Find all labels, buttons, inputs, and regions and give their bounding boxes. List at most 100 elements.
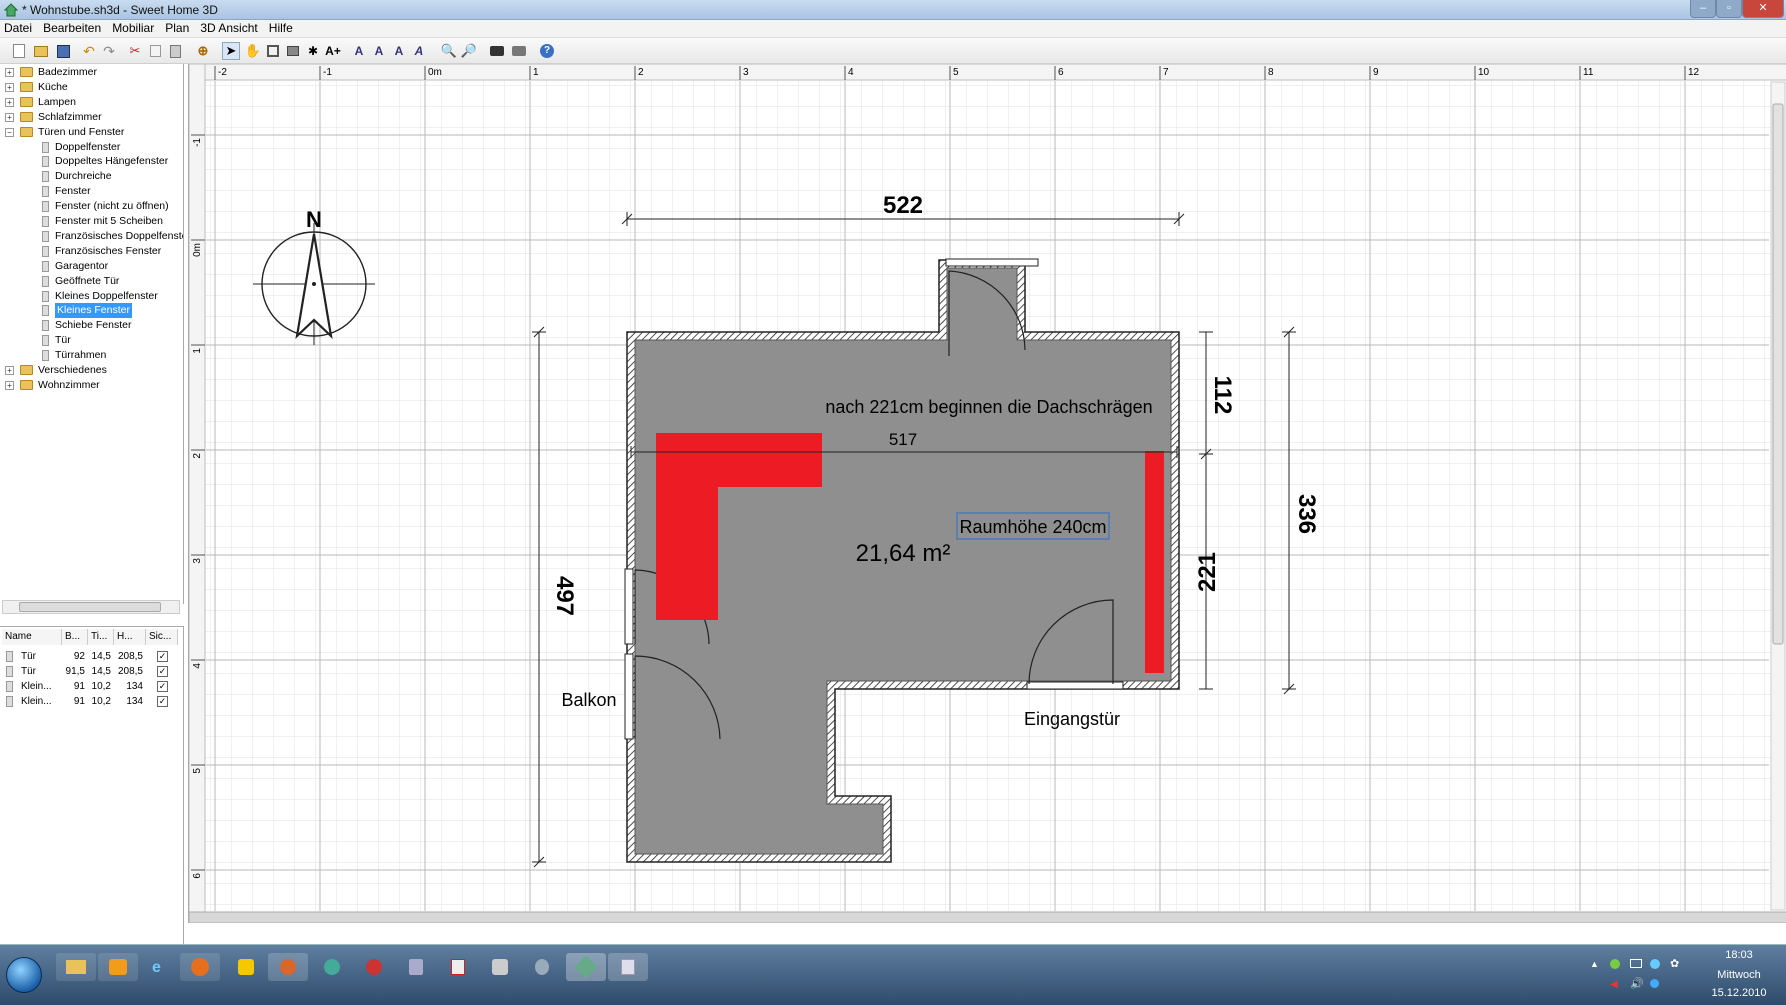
tree-item[interactable]: Türrahmen bbox=[0, 348, 183, 363]
balcony-door-frame-1[interactable] bbox=[624, 568, 634, 645]
paste-icon[interactable] bbox=[166, 42, 184, 60]
tree-item[interactable]: Tür bbox=[0, 333, 183, 348]
tree-item[interactable]: Durchreiche bbox=[0, 169, 183, 184]
create-rooms-icon[interactable] bbox=[284, 42, 302, 60]
text-style-icon-1[interactable]: A bbox=[350, 42, 368, 60]
expand-icon[interactable]: + bbox=[5, 97, 14, 107]
tree-item[interactable]: Fenster bbox=[0, 184, 183, 199]
expand-icon[interactable]: + bbox=[5, 82, 14, 92]
view-splitter[interactable] bbox=[189, 911, 1786, 923]
taskbar-app-icon-12[interactable] bbox=[522, 953, 562, 981]
balcony-label[interactable]: Balkon bbox=[561, 690, 616, 710]
copy-icon[interactable] bbox=[146, 42, 164, 60]
tray-flag-icon[interactable]: ◀ bbox=[1610, 979, 1618, 990]
tray-dot-icon[interactable] bbox=[1650, 979, 1659, 988]
create-walls-icon[interactable] bbox=[264, 42, 282, 60]
zoom-in-icon[interactable]: 🔍 bbox=[440, 42, 458, 60]
tree-item[interactable]: Kleines Fenster bbox=[0, 303, 183, 319]
roof-slope-note[interactable]: nach 221cm beginnen die Dachschrägen bbox=[825, 397, 1152, 417]
tree-item[interactable]: + Verschiedenes bbox=[0, 363, 183, 378]
menu-plan[interactable]: Plan bbox=[161, 20, 193, 35]
taskbar-ie-icon[interactable]: e bbox=[140, 953, 180, 981]
taskbar-app-icon-8[interactable] bbox=[354, 953, 394, 981]
open-folder-icon[interactable] bbox=[32, 42, 50, 60]
taskbar-explorer-icon[interactable] bbox=[56, 953, 96, 981]
menu-3d-ansicht[interactable]: 3D Ansicht bbox=[196, 20, 261, 35]
entrance-door-label[interactable]: Eingangstür bbox=[1024, 709, 1120, 729]
start-button[interactable] bbox=[6, 957, 42, 993]
visible-checkbox[interactable]: ✓ bbox=[157, 696, 168, 707]
tree-item[interactable]: Fenster (nicht zu öffnen) bbox=[0, 199, 183, 214]
tray-app-icon[interactable] bbox=[1650, 959, 1660, 969]
taskbar-app-icon-9[interactable] bbox=[396, 953, 436, 981]
tree-item[interactable]: + Schlafzimmer bbox=[0, 110, 183, 125]
visible-checkbox[interactable]: ✓ bbox=[157, 651, 168, 662]
tree-item[interactable]: Fenster mit 5 Scheiben bbox=[0, 214, 183, 229]
create-dimensions-icon[interactable]: A+ bbox=[324, 42, 342, 60]
window-top[interactable] bbox=[945, 258, 1039, 267]
table-row[interactable]: Klein... 91 10,2 134 ✓ bbox=[0, 694, 180, 709]
select-mode-icon[interactable]: ➤ bbox=[222, 42, 240, 60]
taskbar-firefox-icon[interactable] bbox=[180, 953, 220, 981]
camera-icon[interactable] bbox=[488, 42, 506, 60]
expand-icon[interactable]: + bbox=[5, 366, 14, 375]
furniture-catalog-tree[interactable]: + Badezimmer + Küche + Lampen + Schlafzimmer − Tü… bbox=[0, 64, 184, 604]
plan-vscroll-thumb[interactable] bbox=[1772, 103, 1784, 645]
tree-item[interactable]: Kleines Doppelfenster bbox=[0, 289, 183, 304]
clock-date[interactable]: 15.12.2010 bbox=[1704, 987, 1774, 999]
taskbar-app-icon-6[interactable] bbox=[268, 953, 308, 981]
tray-network-icon[interactable] bbox=[1610, 959, 1620, 969]
menu-hilfe[interactable]: Hilfe bbox=[265, 20, 297, 35]
expand-icon[interactable]: + bbox=[5, 68, 14, 77]
tree-item[interactable]: Französisches Doppelfenster bbox=[0, 229, 183, 244]
help-icon[interactable]: ? bbox=[538, 42, 556, 60]
text-bold-icon[interactable]: A bbox=[390, 42, 408, 60]
clock-day[interactable]: Mittwoch bbox=[1704, 969, 1774, 981]
taskbar-sweethome3d-icon[interactable] bbox=[566, 953, 606, 981]
col-header-width[interactable]: B... bbox=[62, 629, 88, 645]
tree-item[interactable]: + Badezimmer bbox=[0, 65, 183, 80]
collapse-icon[interactable]: − bbox=[5, 127, 14, 137]
undo-icon[interactable]: ↶ bbox=[80, 42, 98, 60]
visible-checkbox[interactable]: ✓ bbox=[157, 666, 168, 677]
add-furniture-icon[interactable]: ⊕ bbox=[194, 42, 212, 60]
col-header-visible[interactable]: Sic... bbox=[146, 629, 178, 645]
tray-icons[interactable]: ▲ ✿ ◀ 🔊 bbox=[1590, 957, 1700, 993]
table-row[interactable]: Tür 91,5 14,5 208,5 ✓ bbox=[0, 664, 180, 679]
video-icon[interactable] bbox=[510, 42, 528, 60]
tree-item[interactable]: Französisches Fenster bbox=[0, 244, 183, 259]
tree-item[interactable]: Garagentor bbox=[0, 259, 183, 274]
menu-bearbeiten[interactable]: Bearbeiten bbox=[39, 20, 105, 35]
zoom-out-icon[interactable]: 🔎 bbox=[460, 42, 478, 60]
text-style-icon-2[interactable]: A bbox=[370, 42, 388, 60]
table-row[interactable]: Tür 92 14,5 208,5 ✓ bbox=[0, 649, 180, 664]
tree-item[interactable]: − Türen und Fenster bbox=[0, 125, 183, 140]
tree-item[interactable]: Geöffnete Tür bbox=[0, 274, 183, 289]
col-header-name[interactable]: Name bbox=[2, 629, 62, 645]
tree-item[interactable]: + Wohnzimmer bbox=[0, 378, 183, 393]
tree-item[interactable]: Doppeltes Hängefenster bbox=[0, 154, 183, 169]
tree-item[interactable]: Doppelfenster bbox=[0, 140, 183, 155]
save-icon[interactable] bbox=[54, 42, 72, 60]
taskbar-app-icon-5[interactable] bbox=[226, 953, 266, 981]
new-file-icon[interactable] bbox=[10, 42, 28, 60]
taskbar-app-icon-14[interactable] bbox=[608, 953, 648, 981]
pan-mode-icon[interactable]: ✋ bbox=[244, 42, 262, 60]
text-italic-icon[interactable]: A bbox=[410, 42, 428, 60]
menu-datei[interactable]: Datei bbox=[0, 20, 36, 35]
balcony-door-frame-2[interactable] bbox=[624, 653, 634, 740]
col-header-height[interactable]: H... bbox=[114, 629, 146, 645]
entrance-door-frame[interactable] bbox=[1026, 681, 1124, 690]
clock-time[interactable]: 18:03 bbox=[1704, 949, 1774, 961]
create-polylines-icon[interactable]: ✱ bbox=[304, 42, 322, 60]
tree-item[interactable]: + Küche bbox=[0, 80, 183, 95]
table-row[interactable]: Klein... 91 10,2 134 ✓ bbox=[0, 679, 180, 694]
catalog-horizontal-scrollbar[interactable] bbox=[2, 600, 180, 614]
menu-mobiliar[interactable]: Mobiliar bbox=[108, 20, 158, 35]
tray-settings-icon[interactable]: ✿ bbox=[1670, 957, 1679, 970]
visible-checkbox[interactable]: ✓ bbox=[157, 681, 168, 692]
tray-volume-icon[interactable]: 🔊 bbox=[1630, 977, 1644, 990]
col-header-depth[interactable]: Ti... bbox=[88, 629, 114, 645]
tree-item[interactable]: + Lampen bbox=[0, 95, 183, 110]
plan-view[interactable]: -2 -1 0m 1 2 3 4 5 6 7 8 9 10 11 12 -1 0m 1 2 3 4 5 6 bbox=[188, 64, 1786, 923]
